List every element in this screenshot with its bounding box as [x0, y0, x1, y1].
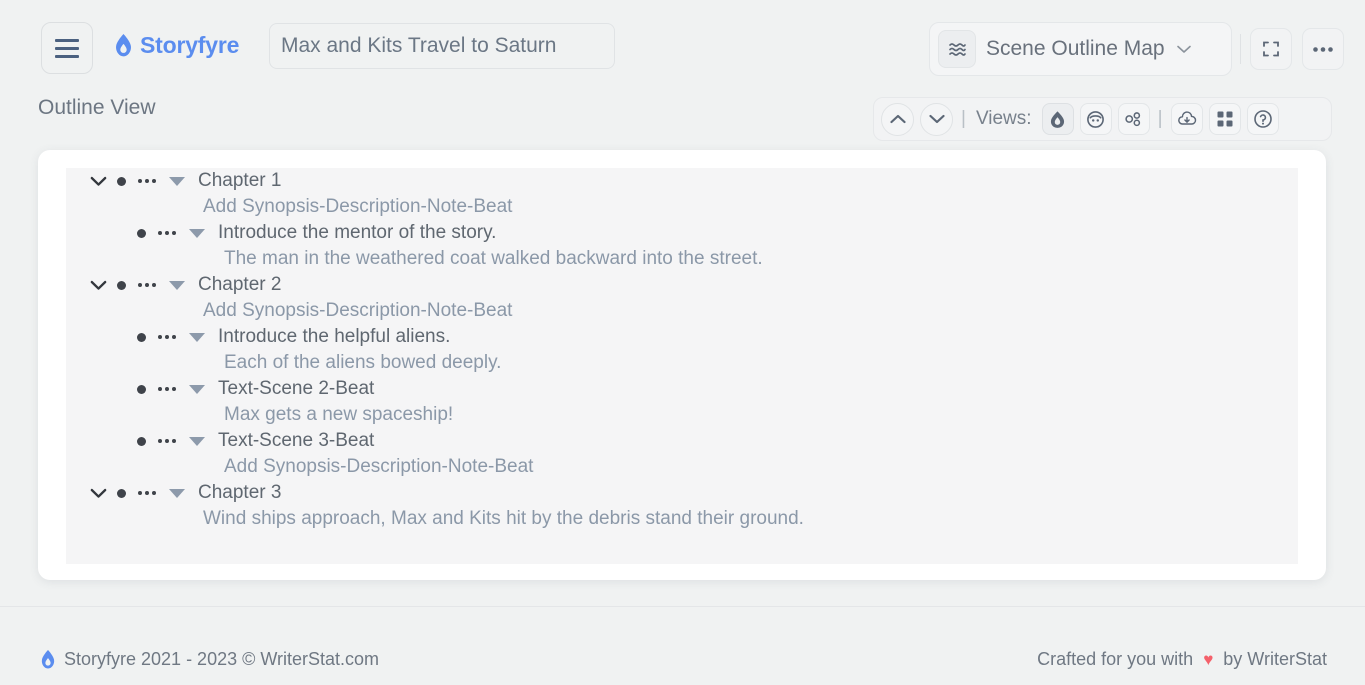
question-circle-icon — [1253, 109, 1273, 129]
outline-row-label: Introduce the helpful aliens. — [218, 326, 450, 348]
top-bar: Storyfyre Max and Kits Travel to Saturn … — [0, 0, 1365, 96]
hamburger-menu-button[interactable] — [41, 22, 93, 74]
help-button[interactable] — [1247, 103, 1279, 135]
row-menu-icon[interactable] — [158, 387, 176, 391]
toolbar-separator: | — [1158, 108, 1163, 130]
chevron-down-icon — [1177, 41, 1191, 58]
fullscreen-icon — [1261, 39, 1281, 59]
outline-card: Chapter 1Add Synopsis-Description-Note-B… — [38, 150, 1326, 580]
footer-copyright: Storyfyre 2021 - 2023 © WriterStat.com — [41, 649, 379, 670]
footer-copyright-text: Storyfyre 2021 - 2023 © WriterStat.com — [64, 649, 379, 670]
bullet-icon[interactable] — [137, 229, 146, 238]
outline-row[interactable]: Introduce the mentor of the story. — [66, 220, 1298, 246]
outline-note[interactable]: Add Synopsis-Description-Note-Beat — [66, 454, 1298, 480]
move-up-button[interactable] — [881, 103, 914, 136]
flame-icon — [1048, 110, 1067, 129]
grid-view-button[interactable] — [1209, 103, 1241, 135]
project-title-input[interactable]: Max and Kits Travel to Saturn — [269, 23, 615, 69]
bullet-icon[interactable] — [137, 333, 146, 342]
chevron-up-icon — [890, 114, 906, 124]
bullet-icon[interactable] — [117, 177, 126, 186]
outline-note[interactable]: Add Synopsis-Description-Note-Beat — [66, 194, 1298, 220]
application-root: Storyfyre Max and Kits Travel to Saturn … — [0, 0, 1365, 685]
chevron-down-icon — [929, 114, 945, 124]
cloud-download-icon — [1177, 110, 1197, 128]
chevron-down-icon[interactable] — [89, 276, 107, 294]
project-title-value: Max and Kits Travel to Saturn — [281, 34, 556, 58]
flame-icon — [41, 650, 55, 669]
outline-row-label: Text-Scene 2-Beat — [218, 378, 374, 400]
move-down-button[interactable] — [920, 103, 953, 136]
triangle-down-icon[interactable] — [189, 229, 205, 238]
triangle-down-icon[interactable] — [189, 437, 205, 446]
footer-credit: Crafted for you with ♥ by WriterStat — [1037, 649, 1327, 670]
view-button-character[interactable] — [1080, 103, 1112, 135]
outline-row[interactable]: Text-Scene 3-Beat — [66, 428, 1298, 454]
grid-icon — [1216, 110, 1234, 128]
views-label: Views: — [976, 108, 1032, 130]
toolbar-divider — [1240, 34, 1241, 64]
row-menu-icon[interactable] — [138, 283, 156, 287]
footer: Storyfyre 2021 - 2023 © WriterStat.com C… — [0, 606, 1365, 685]
outline-note[interactable]: Each of the aliens bowed deeply. — [66, 350, 1298, 376]
hamburger-icon-bar — [55, 55, 79, 58]
chevron-down-icon[interactable] — [89, 172, 107, 190]
view-selector-dropdown[interactable]: Scene Outline Map — [929, 22, 1232, 76]
triangle-down-icon[interactable] — [169, 489, 185, 498]
outline-row-label: Chapter 3 — [198, 482, 281, 504]
page-title: Outline View — [38, 96, 156, 120]
ellipsis-icon — [1312, 46, 1334, 53]
outline-note[interactable]: Max gets a new spaceship! — [66, 402, 1298, 428]
outline-row-label: Text-Scene 3-Beat — [218, 430, 374, 452]
row-menu-icon[interactable] — [158, 439, 176, 443]
brand-logo[interactable]: Storyfyre — [115, 32, 239, 59]
waves-icon — [938, 30, 976, 68]
row-menu-icon[interactable] — [158, 231, 176, 235]
outline-row[interactable]: Chapter 1 — [66, 168, 1298, 194]
face-icon — [1086, 110, 1105, 129]
heart-icon: ♥ — [1203, 650, 1213, 670]
outline-note[interactable]: The man in the weathered coat walked bac… — [66, 246, 1298, 272]
outline-row[interactable]: Text-Scene 2-Beat — [66, 376, 1298, 402]
bullet-icon[interactable] — [117, 281, 126, 290]
flame-icon — [115, 34, 132, 57]
views-toolbar: | Views: | — [873, 97, 1332, 141]
outline-row[interactable]: Chapter 2 — [66, 272, 1298, 298]
triangle-down-icon[interactable] — [189, 385, 205, 394]
bullet-icon[interactable] — [137, 385, 146, 394]
outline-row-label: Introduce the mentor of the story. — [218, 222, 496, 244]
view-button-flame[interactable] — [1042, 103, 1074, 135]
triangle-down-icon[interactable] — [189, 333, 205, 342]
outline-row[interactable]: Chapter 3 — [66, 480, 1298, 506]
outline-panel[interactable]: Chapter 1Add Synopsis-Description-Note-B… — [66, 168, 1298, 564]
footer-credit-suffix: by WriterStat — [1223, 649, 1327, 670]
brand-name: Storyfyre — [140, 32, 239, 59]
molecule-icon — [1124, 110, 1143, 129]
footer-credit-prefix: Crafted for you with — [1037, 649, 1193, 670]
row-menu-icon[interactable] — [138, 491, 156, 495]
more-options-button[interactable] — [1302, 28, 1344, 70]
hamburger-icon-bar — [55, 47, 79, 50]
outline-row-label: Chapter 2 — [198, 274, 281, 296]
outline-note[interactable]: Add Synopsis-Description-Note-Beat — [66, 298, 1298, 324]
cloud-download-button[interactable] — [1171, 103, 1203, 135]
triangle-down-icon[interactable] — [169, 177, 185, 186]
view-button-cluster[interactable] — [1118, 103, 1150, 135]
outline-row[interactable]: Introduce the helpful aliens. — [66, 324, 1298, 350]
row-menu-icon[interactable] — [138, 179, 156, 183]
bullet-icon[interactable] — [117, 489, 126, 498]
outline-row-label: Chapter 1 — [198, 170, 281, 192]
hamburger-icon-bar — [55, 39, 79, 42]
row-menu-icon[interactable] — [158, 335, 176, 339]
outline-note[interactable]: Wind ships approach, Max and Kits hit by… — [66, 506, 1298, 532]
bullet-icon[interactable] — [137, 437, 146, 446]
chevron-down-icon[interactable] — [89, 484, 107, 502]
toolbar-separator: | — [961, 108, 966, 130]
triangle-down-icon[interactable] — [169, 281, 185, 290]
fullscreen-button[interactable] — [1250, 28, 1292, 70]
view-selector-label: Scene Outline Map — [986, 37, 1165, 61]
outline-tree: Chapter 1Add Synopsis-Description-Note-B… — [66, 168, 1298, 532]
